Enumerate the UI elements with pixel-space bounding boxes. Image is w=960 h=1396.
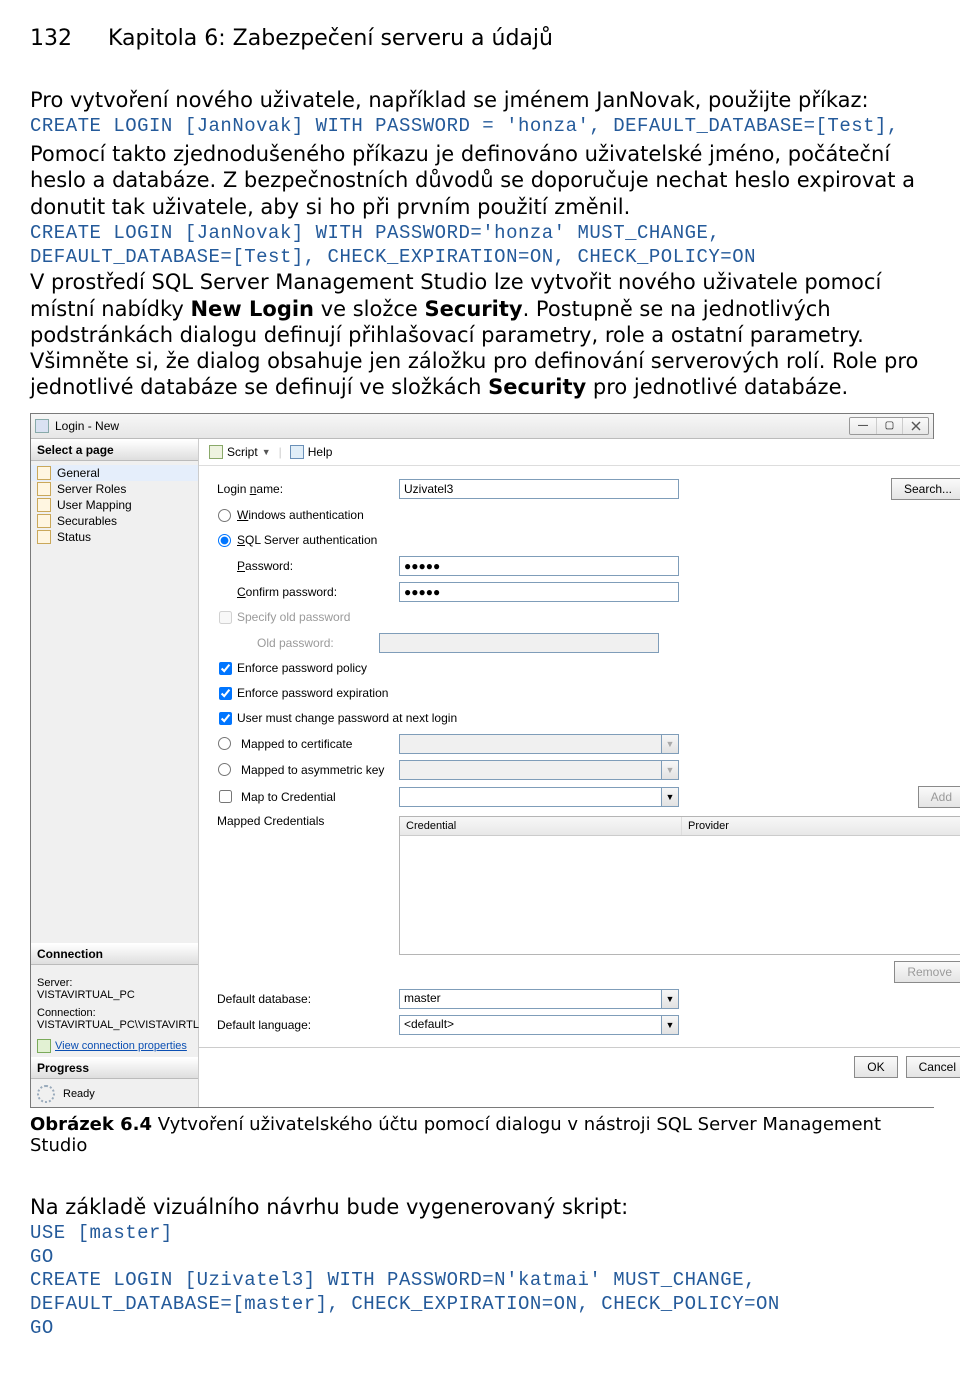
page-icon: [37, 514, 51, 528]
remove-button: Remove: [894, 961, 960, 983]
ok-button[interactable]: OK: [854, 1056, 897, 1078]
connection-value: VISTAVIRTUAL_PC\VISTAVIRTL: [37, 1019, 192, 1031]
code-line-2b: DEFAULT_DATABASE=[Test], CHECK_EXPIRATIO…: [30, 246, 930, 270]
specify-old-checkbox: [219, 611, 232, 624]
windows-auth-label: Windows authentication: [237, 508, 364, 522]
confirm-password-label: Confirm password:: [213, 585, 399, 599]
mapped-asym-radio[interactable]: [218, 763, 231, 776]
mapped-asym-combo: ▼: [399, 760, 679, 780]
page-icon: [37, 530, 51, 544]
script-icon: [209, 445, 223, 459]
chevron-down-icon[interactable]: ▼: [661, 989, 679, 1009]
left-sidebar: Select a page General Server Roles User …: [31, 439, 199, 1107]
default-db-combo[interactable]: master▼: [399, 989, 679, 1009]
chapter-title: Kapitola 6: Zabezpečení serveru a údajů: [108, 26, 553, 51]
help-icon: [290, 445, 304, 459]
toolbar-help[interactable]: Help: [286, 443, 337, 461]
password-input[interactable]: [399, 556, 679, 576]
cancel-button[interactable]: Cancel: [906, 1056, 960, 1078]
old-password-input: [379, 633, 659, 653]
figure-caption: Vytvoření uživatelského účtu pomocí dial…: [30, 1114, 881, 1156]
select-page-header: Select a page: [31, 439, 198, 461]
nav-status[interactable]: Status: [31, 529, 198, 545]
mapped-asym-label: Mapped to asymmetric key: [237, 763, 399, 777]
code-line-3e: GO: [30, 1317, 930, 1341]
page-icon: [37, 466, 51, 480]
login-name-label: Login name:: [213, 482, 399, 496]
view-connection-properties-link[interactable]: View connection properties: [55, 1040, 187, 1052]
windows-auth-radio[interactable]: [218, 509, 231, 522]
add-button: Add: [918, 786, 960, 808]
old-password-label: Old password:: [213, 636, 379, 650]
mapped-cert-label: Mapped to certificate: [237, 737, 399, 751]
default-lang-label: Default language:: [213, 1018, 399, 1032]
code-line-3d: DEFAULT_DATABASE=[master], CHECK_EXPIRAT…: [30, 1293, 930, 1317]
figure-label: Obrázek 6.4: [30, 1114, 152, 1135]
progress-ready-icon: [37, 1085, 55, 1103]
nav-securables[interactable]: Securables: [31, 513, 198, 529]
server-label: Server:: [37, 977, 192, 989]
specify-old-label: Specify old password: [237, 610, 350, 624]
col-credential: Credential: [400, 817, 682, 835]
chevron-down-icon: ▼: [661, 734, 679, 754]
window-title: Login - New: [55, 419, 119, 433]
default-lang-combo[interactable]: <default>▼: [399, 1015, 679, 1035]
chevron-down-icon[interactable]: ▼: [661, 1015, 679, 1035]
chevron-down-icon: ▼: [661, 760, 679, 780]
enforce-expiration-label: Enforce password expiration: [237, 686, 388, 700]
enforce-policy-label: Enforce password policy: [237, 661, 367, 675]
col-provider: Provider: [682, 817, 960, 835]
paragraph-script: Na základě vizuálního návrhu bude vygene…: [30, 1194, 930, 1220]
minimize-button[interactable]: —: [850, 418, 876, 434]
paragraph-explain: Pomocí takto zjednodušeného příkazu je d…: [30, 141, 930, 220]
paragraph-newlogin: V prostředí SQL Server Management Studio…: [30, 269, 930, 400]
toolbar-script[interactable]: Script ▼: [205, 443, 275, 461]
close-button[interactable]: [902, 418, 928, 434]
search-button[interactable]: Search...: [891, 478, 960, 500]
screenshot-login-new: Login - New — ▢ Select a page General Se…: [30, 413, 934, 1108]
code-line-3b: GO: [30, 1246, 930, 1270]
login-name-input[interactable]: [399, 479, 679, 499]
connection-label: Connection:: [37, 1007, 192, 1019]
paragraph-intro: Pro vytvoření nového uživatele, napříkla…: [30, 87, 930, 113]
password-label: Password:: [213, 559, 399, 573]
page-number: 132: [30, 26, 72, 51]
enforce-expiration-checkbox[interactable]: [219, 687, 232, 700]
must-change-checkbox[interactable]: [219, 712, 232, 725]
chevron-down-icon[interactable]: ▼: [661, 787, 679, 807]
default-db-label: Default database:: [213, 992, 399, 1006]
mapped-cert-combo: ▼: [399, 734, 679, 754]
must-change-label: User must change password at next login: [237, 711, 457, 725]
progress-header: Progress: [31, 1057, 198, 1079]
sql-auth-radio[interactable]: [218, 534, 231, 547]
code-line-2a: CREATE LOGIN [JanNovak] WITH PASSWORD='h…: [30, 222, 930, 246]
map-credential-combo[interactable]: ▼: [399, 787, 679, 807]
nav-server-roles[interactable]: Server Roles: [31, 481, 198, 497]
nav-user-mapping[interactable]: User Mapping: [31, 497, 198, 513]
maximize-button[interactable]: ▢: [876, 418, 902, 434]
map-credential-checkbox[interactable]: [219, 790, 232, 803]
code-line-3c: CREATE LOGIN [Uzivatel3] WITH PASSWORD=N…: [30, 1269, 930, 1293]
mapped-cert-radio[interactable]: [218, 737, 231, 750]
confirm-password-input[interactable]: [399, 582, 679, 602]
sql-auth-label: SQL Server authentication: [237, 533, 377, 547]
app-icon: [35, 419, 49, 433]
mapped-credentials-table: Credential Provider: [399, 816, 960, 955]
page-icon: [37, 498, 51, 512]
progress-ready-label: Ready: [63, 1088, 95, 1100]
mapped-credentials-label: Mapped Credentials: [213, 814, 399, 828]
code-line-1: CREATE LOGIN [JanNovak] WITH PASSWORD = …: [30, 115, 930, 139]
page-icon: [37, 482, 51, 496]
connection-header: Connection: [31, 943, 198, 965]
enforce-policy-checkbox[interactable]: [219, 662, 232, 675]
nav-general[interactable]: General: [31, 465, 198, 481]
chevron-down-icon: ▼: [262, 447, 271, 457]
server-value: VISTAVIRTUAL_PC: [37, 989, 192, 1001]
map-credential-label: Map to Credential: [237, 790, 399, 804]
window-titlebar: Login - New — ▢: [31, 414, 933, 439]
connection-icon: [37, 1039, 51, 1053]
code-line-3a: USE [master]: [30, 1222, 930, 1246]
